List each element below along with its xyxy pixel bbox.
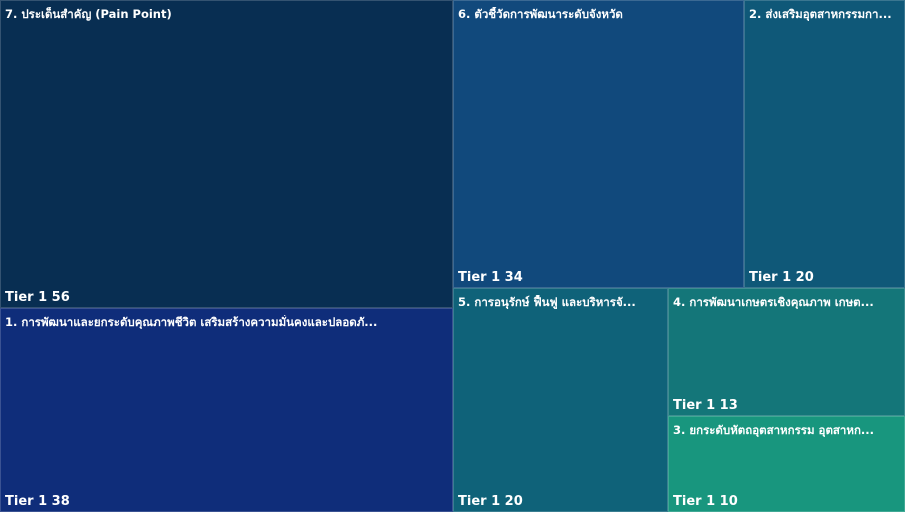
tile-value-label: Tier 1 13 xyxy=(673,398,738,414)
tile-value: 34 xyxy=(504,270,523,285)
tile-value: 38 xyxy=(51,494,70,509)
tile-label: 2. ส่งเสริมอุตสาหกรรมกา... xyxy=(749,7,892,21)
tile-value-label: Tier 1 38 xyxy=(5,494,70,510)
tile-label: 5. การอนุรักษ์ ฟื้นฟู และบริหารจั... xyxy=(458,295,636,309)
treemap-chart: 7. ประเด็นสำคัญ (Pain Point) Tier 1 56 1. … xyxy=(0,0,905,512)
tile-value-label: Tier 1 34 xyxy=(458,270,523,286)
tile-label: 6. ตัวชี้วัดการพัฒนาระดับจังหวัด xyxy=(458,7,623,21)
treemap-tile[interactable]: 5. การอนุรักษ์ ฟื้นฟู และบริหารจั... Tier… xyxy=(453,288,668,512)
treemap-tile[interactable]: 6. ตัวชี้วัดการพัฒนาระดับจังหวัด Tier 1 3… xyxy=(453,0,744,288)
tile-group: Tier 1 xyxy=(749,270,792,285)
tile-value: 56 xyxy=(51,290,70,305)
treemap-tile[interactable]: 2. ส่งเสริมอุตสาหกรรมกา... Tier 1 20 xyxy=(744,0,905,288)
tile-value: 10 xyxy=(719,494,738,509)
treemap-tile[interactable]: 1. การพัฒนาและยกระดับคุณภาพชีวิต เสริมสร… xyxy=(0,308,453,512)
tile-value-label: Tier 1 20 xyxy=(749,270,814,286)
tile-value-label: Tier 1 10 xyxy=(673,494,738,510)
tile-value: 13 xyxy=(719,398,738,413)
tile-value: 20 xyxy=(795,270,814,285)
tile-label: 4. การพัฒนาเกษตรเชิงคุณภาพ เกษต... xyxy=(673,295,874,309)
tile-label: 1. การพัฒนาและยกระดับคุณภาพชีวิต เสริมสร… xyxy=(5,315,378,329)
tile-group: Tier 1 xyxy=(458,494,501,509)
tile-value-label: Tier 1 56 xyxy=(5,290,70,306)
treemap-tile[interactable]: 4. การพัฒนาเกษตรเชิงคุณภาพ เกษต... Tier 1… xyxy=(668,288,905,416)
tile-label: 7. ประเด็นสำคัญ (Pain Point) xyxy=(5,7,172,21)
tile-group: Tier 1 xyxy=(458,270,501,285)
tile-group: Tier 1 xyxy=(5,494,48,509)
treemap-tile[interactable]: 7. ประเด็นสำคัญ (Pain Point) Tier 1 56 xyxy=(0,0,453,308)
treemap-tile[interactable]: 3. ยกระดับหัตถอุตสาหกรรม อุตสาหก... Tier … xyxy=(668,416,905,512)
tile-label: 3. ยกระดับหัตถอุตสาหกรรม อุตสาหก... xyxy=(673,423,875,437)
tile-value: 20 xyxy=(504,494,523,509)
tile-value-label: Tier 1 20 xyxy=(458,494,523,510)
tile-group: Tier 1 xyxy=(673,398,716,413)
tile-group: Tier 1 xyxy=(5,290,48,305)
tile-group: Tier 1 xyxy=(673,494,716,509)
